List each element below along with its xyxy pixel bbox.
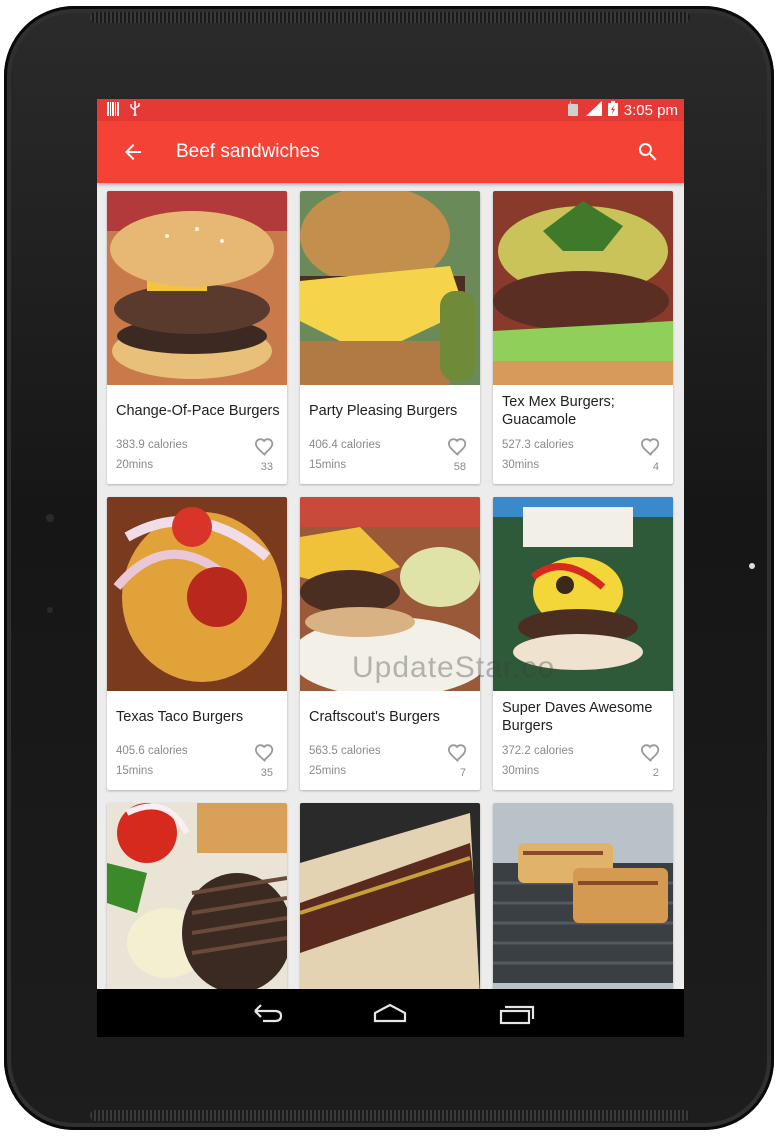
front-camera-icon <box>749 563 755 569</box>
recipe-name: Tex Mex Burgers; Guacamole <box>502 394 615 428</box>
svg-text:1: 1 <box>569 101 572 106</box>
recipe-calories: 383.9 calories <box>116 439 188 451</box>
recipe-card[interactable]: Super Daves Awesome Burgers 372.2 calori… <box>493 497 673 790</box>
usb-icon <box>129 101 141 120</box>
recipe-calories: 563.5 calories <box>309 745 381 757</box>
recipe-name: Texas Taco Burgers <box>116 709 244 725</box>
like-count: 35 <box>260 767 273 779</box>
recipe-name: Super Daves Awesome Burgers <box>502 700 653 734</box>
recipe-time: 25mins <box>309 765 347 777</box>
heart-icon[interactable] <box>447 742 469 762</box>
recipe-card[interactable] <box>493 803 673 989</box>
recipe-card[interactable]: Craftscout's Burgers 563.5 calories 25mi… <box>300 497 480 790</box>
recipe-photo <box>493 191 673 385</box>
recipe-photo <box>107 497 287 691</box>
like-count: 33 <box>260 461 273 473</box>
recipe-card[interactable]: Party Pleasing Burgers 406.4 calories 15… <box>300 191 480 484</box>
camera-dot <box>46 514 54 522</box>
top-speaker-grille <box>90 12 690 23</box>
like-count: 2 <box>652 767 659 779</box>
status-bar: 1 3:05 pm <box>97 99 684 121</box>
recipe-calories: 527.3 calories <box>502 439 574 451</box>
alarm-icon: 1 <box>566 100 580 120</box>
recipe-photo <box>493 803 673 989</box>
recipe-card[interactable]: Texas Taco Burgers 405.6 calories 15mins… <box>107 497 287 790</box>
app-bar: Beef sandwiches <box>97 121 684 183</box>
like-count: 58 <box>453 461 466 473</box>
recipe-photo <box>300 803 480 989</box>
recipe-calories: 372.2 calories <box>502 745 574 757</box>
heart-icon[interactable] <box>254 436 276 456</box>
recipe-time: 15mins <box>116 765 154 777</box>
recipe-card[interactable] <box>300 803 480 989</box>
recipe-card[interactable]: Change-Of-Pace Burgers 383.9 calories 20… <box>107 191 287 484</box>
recipe-calories: 406.4 calories <box>309 439 381 451</box>
page-title: Beef sandwiches <box>176 141 320 162</box>
heart-icon[interactable] <box>447 436 469 456</box>
like-count: 4 <box>652 461 659 473</box>
status-time: 3:05 pm <box>623 102 678 119</box>
recents-nav-icon[interactable] <box>497 999 537 1027</box>
recipe-card[interactable]: Tex Mex Burgers; Guacamole 527.3 calorie… <box>493 191 673 484</box>
device-screen: 1 3:05 pm Beef sandwiches Change-Of-Pace… <box>97 99 684 1037</box>
recipe-photo <box>300 191 480 385</box>
recipe-grid: Change-Of-Pace Burgers 383.9 calories 20… <box>97 183 684 989</box>
barcode-icon <box>107 101 119 120</box>
like-count: 7 <box>459 767 466 779</box>
home-nav-icon[interactable] <box>370 999 410 1027</box>
signal-icon <box>585 101 602 120</box>
heart-icon[interactable] <box>254 742 276 762</box>
navigation-bar <box>97 989 684 1037</box>
recipe-time: 20mins <box>116 459 154 471</box>
recipe-card[interactable] <box>107 803 287 989</box>
recipe-name: Change-Of-Pace Burgers <box>116 403 280 419</box>
recipe-time: 30mins <box>502 765 540 777</box>
recipe-calories: 405.6 calories <box>116 745 188 757</box>
bottom-speaker-grille <box>90 1110 690 1121</box>
watermark-text: UpdateStar.co <box>352 651 556 684</box>
sensor-dot <box>47 607 53 613</box>
recipe-name: Craftscout's Burgers <box>309 709 440 725</box>
heart-icon[interactable] <box>640 742 662 762</box>
recipe-photo <box>107 191 287 385</box>
search-icon[interactable] <box>636 140 660 164</box>
heart-icon[interactable] <box>640 436 662 456</box>
recipe-photo <box>107 803 287 989</box>
arrow-back-icon[interactable] <box>121 140 145 164</box>
back-nav-icon[interactable] <box>247 999 287 1027</box>
battery-charging-icon <box>607 101 618 120</box>
recipe-time: 15mins <box>309 459 347 471</box>
recipe-time: 30mins <box>502 459 540 471</box>
recipe-name: Party Pleasing Burgers <box>309 403 458 419</box>
